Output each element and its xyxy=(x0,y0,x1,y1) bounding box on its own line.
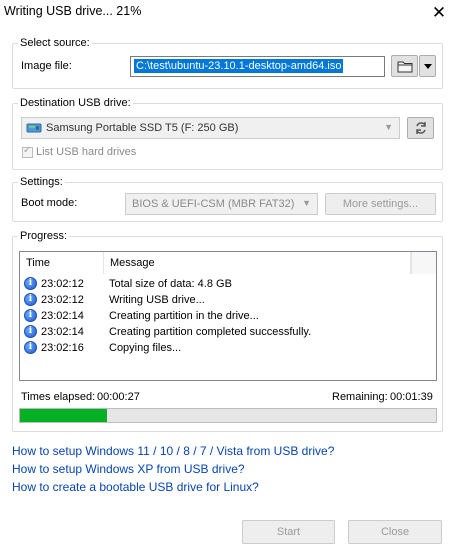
log-message: Creating partition completed successfull… xyxy=(109,326,312,338)
browse-button[interactable] xyxy=(391,55,418,77)
more-settings-button: More settings... xyxy=(325,193,436,215)
help-link-linux[interactable]: How to create a bootable USB drive for L… xyxy=(12,480,259,494)
image-file-path: C:\test\ubuntu-23.10.1-desktop-amd64.iso xyxy=(134,59,344,73)
log-message: Copying files... xyxy=(109,342,182,354)
list-usb-hdd-label: List USB hard drives xyxy=(36,146,137,158)
remaining-value: 00:01:39 xyxy=(390,391,433,403)
elapsed-label: Times elapsed: xyxy=(21,391,96,403)
chevron-down-icon: ▼ xyxy=(302,198,311,208)
window-title: Writing USB drive... 21% xyxy=(4,4,142,18)
progress-bar xyxy=(19,408,437,423)
log-message: Writing USB drive... xyxy=(109,294,205,306)
usb-drive-icon xyxy=(26,123,42,133)
progress-legend: Progress: xyxy=(18,230,70,242)
log-time: 23:02:16 xyxy=(41,342,84,354)
log-time: 23:02:12 xyxy=(41,278,84,290)
list-scroll-gutter xyxy=(411,252,436,274)
message-column-header[interactable]: Message xyxy=(104,252,411,274)
list-usb-hdd-option[interactable]: List USB hard drives xyxy=(22,145,137,158)
close-icon[interactable]: ✕ xyxy=(426,2,452,24)
list-usb-hdd-checkbox[interactable] xyxy=(22,145,33,158)
remaining-label: Remaining: xyxy=(332,391,388,403)
log-time: 23:02:12 xyxy=(41,294,84,306)
chevron-down-icon xyxy=(423,63,432,69)
help-link-windows-xp[interactable]: How to setup Windows XP from USB drive? xyxy=(12,462,245,476)
boot-mode-label: Boot mode: xyxy=(21,197,78,209)
info-icon: i xyxy=(24,325,37,338)
start-button: Start xyxy=(242,520,335,544)
close-button: Close xyxy=(348,520,442,544)
settings-legend: Settings: xyxy=(18,176,65,188)
progress-bar-fill xyxy=(20,409,108,422)
log-time: 23:02:14 xyxy=(41,326,84,338)
progress-log-list[interactable]: Time Message i 23:02:12 Total size of da… xyxy=(19,251,437,381)
info-icon: i xyxy=(24,277,37,290)
info-icon: i xyxy=(24,309,37,322)
boot-mode-value: BIOS & UEFI-CSM (MBR FAT32) xyxy=(132,198,295,210)
refresh-button[interactable] xyxy=(407,117,434,139)
help-link-windows-modern[interactable]: How to setup Windows 11 / 10 / 8 / 7 / V… xyxy=(12,444,334,458)
image-file-field[interactable]: C:\test\ubuntu-23.10.1-desktop-amd64.iso xyxy=(130,56,385,77)
log-message: Total size of data: 4.8 GB xyxy=(109,278,232,290)
boot-mode-select: BIOS & UEFI-CSM (MBR FAT32) ▼ xyxy=(125,193,318,215)
drive-select[interactable]: Samsung Portable SSD T5 (F: 250 GB) ▼ xyxy=(21,117,400,139)
select-source-legend: Select source: xyxy=(18,37,92,49)
info-icon: i xyxy=(24,293,37,306)
image-file-label: Image file: xyxy=(21,60,72,72)
log-message: Creating partition in the drive... xyxy=(109,310,259,322)
elapsed-value: 00:00:27 xyxy=(97,391,140,403)
info-icon: i xyxy=(24,341,37,354)
refresh-icon xyxy=(415,122,426,134)
browse-options-button[interactable] xyxy=(419,55,436,77)
folder-icon xyxy=(397,61,412,72)
drive-select-value: Samsung Portable SSD T5 (F: 250 GB) xyxy=(46,122,239,134)
destination-legend: Destination USB drive: xyxy=(18,97,133,109)
chevron-down-icon: ▼ xyxy=(384,122,393,132)
time-column-header[interactable]: Time xyxy=(20,252,104,274)
log-time: 23:02:14 xyxy=(41,310,84,322)
